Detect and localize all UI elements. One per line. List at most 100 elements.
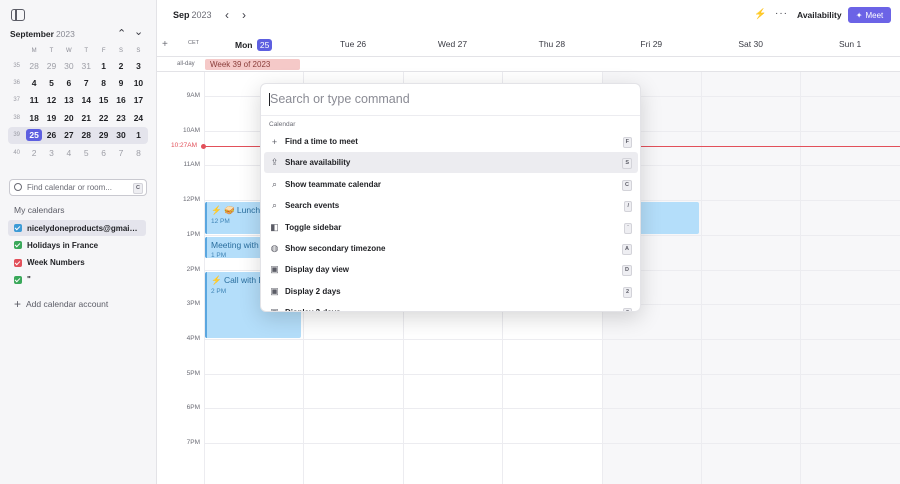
mini-calendar-day[interactable]: 9 [112,78,129,88]
shortcut-key: F [622,137,632,148]
calendar-item[interactable]: Holidays in France [8,237,146,253]
mini-calendar-day[interactable]: 4 [60,148,77,158]
mini-calendar-day[interactable]: 3 [43,148,60,158]
mini-calendar-day[interactable]: 25 [25,129,42,142]
mini-calendar-day[interactable]: 18 [25,113,42,123]
day-header-sat[interactable]: Sat 30 [701,39,800,49]
day-header-tue[interactable]: Tue 26 [303,39,402,49]
command-item[interactable]: ⌕ Search events / [264,195,638,216]
mini-calendar-day[interactable]: 29 [95,130,112,140]
mini-calendar-day[interactable]: 7 [78,78,95,88]
hour-label: 5PM [186,369,200,377]
weekday-header: M [31,48,37,54]
chevron-right-icon[interactable]: › [242,8,246,22]
mini-calendar-day[interactable]: 8 [95,78,112,88]
mini-calendar-day[interactable]: 2 [112,61,129,71]
add-event-icon[interactable]: + [162,39,168,50]
mini-calendar-week: 39 25 26 27 28 29 30 1 [8,126,148,144]
command-icon: ▣ [270,307,279,311]
timezone-label: CET [188,40,199,46]
command-item[interactable]: ◧ Toggle sidebar ` [264,217,638,238]
command-item[interactable]: ⌕ Show teammate calendar C [264,174,638,195]
command-search-input[interactable]: Search or type command [269,92,410,106]
availability-button[interactable]: Availability [797,10,842,20]
more-icon[interactable]: ··· [775,8,788,19]
mini-calendar-day[interactable]: 1 [95,61,112,71]
mini-calendar-day[interactable]: 30 [112,130,129,140]
command-item[interactable]: + Find a time to meet F [264,131,638,152]
search-icon [14,183,22,191]
checkbox-icon[interactable] [14,275,22,284]
calendar-item[interactable]: Week Numbers [8,255,146,271]
mini-calendar-day[interactable]: 22 [95,113,112,123]
calendar-search-input[interactable]: Find calendar or room... C [9,179,147,196]
sidebar-toggle-icon[interactable] [11,9,25,21]
calendar-item[interactable]: " [8,272,146,288]
day-header-wed[interactable]: Wed 27 [403,39,502,49]
week-number-event[interactable]: Week 39 of 2023 [205,59,300,70]
chevron-up-icon[interactable]: ⌃ [117,27,126,41]
palette-section-label: Calendar [269,121,296,128]
mini-calendar-day[interactable]: 24 [130,113,147,123]
mini-calendar-day[interactable]: 5 [78,148,95,158]
mini-calendar-day[interactable]: 10 [130,78,147,88]
command-item[interactable]: ⇪ Share availability S [264,152,638,174]
day-header-fri[interactable]: Fri 29 [602,39,701,49]
shortcut-key: 2 [622,286,632,298]
current-time-dot [201,144,206,150]
week-number: 40 [13,149,21,156]
shortcut-key: A [622,244,632,255]
mini-calendar-day[interactable]: 6 [95,148,112,158]
mini-calendar-day[interactable]: 8 [130,148,147,158]
chevron-down-icon[interactable]: ⌄ [134,25,143,39]
mini-calendar-day[interactable]: 28 [25,61,42,71]
mini-calendar-day[interactable]: 6 [60,78,77,88]
current-time-label: 10:27AM [171,142,198,150]
mini-calendar-day[interactable]: 14 [78,95,95,105]
mini-calendar-day[interactable]: 12 [43,95,60,105]
mini-calendar-day[interactable]: 27 [60,130,77,140]
mini-calendar-day[interactable]: 26 [43,130,60,140]
mini-calendar-day[interactable]: 21 [78,113,95,123]
mini-calendar-day[interactable]: 16 [112,95,129,105]
week-number: 39 [13,132,21,139]
day-header-sun[interactable]: Sun 1 [800,39,899,49]
command-item[interactable]: ◍ Show secondary timezone A [264,238,638,259]
shortcut-key: S [622,158,632,170]
command-icon: ⌕ [271,178,278,189]
calendar-item[interactable]: nicelydoneproducts@gmail.... [8,220,146,236]
mini-calendar-day[interactable]: 29 [43,61,60,71]
checkbox-icon[interactable] [14,241,22,250]
mini-calendar-day[interactable]: 2 [25,148,42,158]
sparkle-icon: ✦ [855,10,863,20]
mini-calendar-day[interactable]: 3 [130,61,147,71]
add-calendar-account-button[interactable]: + Add calendar account [14,297,108,311]
command-icon: + [271,136,278,147]
day-header-mon[interactable]: Mon 25 [204,39,303,51]
mini-calendar-day[interactable]: 15 [95,95,112,105]
checkbox-icon[interactable] [14,224,22,232]
mini-calendar-day[interactable]: 5 [43,78,60,88]
mini-calendar-day[interactable]: 11 [25,95,42,105]
mini-calendar-day[interactable]: 31 [78,61,95,71]
command-item[interactable]: ▣Display 3 days3 [264,302,638,311]
mini-calendar-day[interactable]: 7 [112,148,129,158]
command-item[interactable]: ▣ Display day view D [264,259,638,280]
mini-calendar-day[interactable]: 23 [112,113,129,123]
mini-calendar-day[interactable]: 19 [43,113,60,123]
mini-calendar-day[interactable]: 28 [78,130,95,140]
meet-button[interactable]: ✦ Meet [848,7,891,23]
command-item[interactable]: ▣ Display 2 days 2 [264,281,638,302]
checkbox-icon[interactable] [14,258,22,267]
plus-icon: + [14,297,22,311]
mini-calendar-day[interactable]: 20 [60,113,77,123]
mini-calendar-day[interactable]: 1 [130,130,147,140]
mini-calendar-day[interactable]: 17 [130,95,147,105]
mini-calendar-day[interactable]: 30 [60,61,77,71]
mini-calendar-day[interactable]: 4 [25,78,42,88]
day-header-thu[interactable]: Thu 28 [502,39,601,49]
mini-calendar-day[interactable]: 13 [60,95,77,105]
mini-calendar-week: 37 11 12 13 14 15 16 17 [8,92,148,109]
chevron-left-icon[interactable]: ‹ [225,8,229,22]
bolt-icon[interactable]: ⚡ [754,9,766,20]
